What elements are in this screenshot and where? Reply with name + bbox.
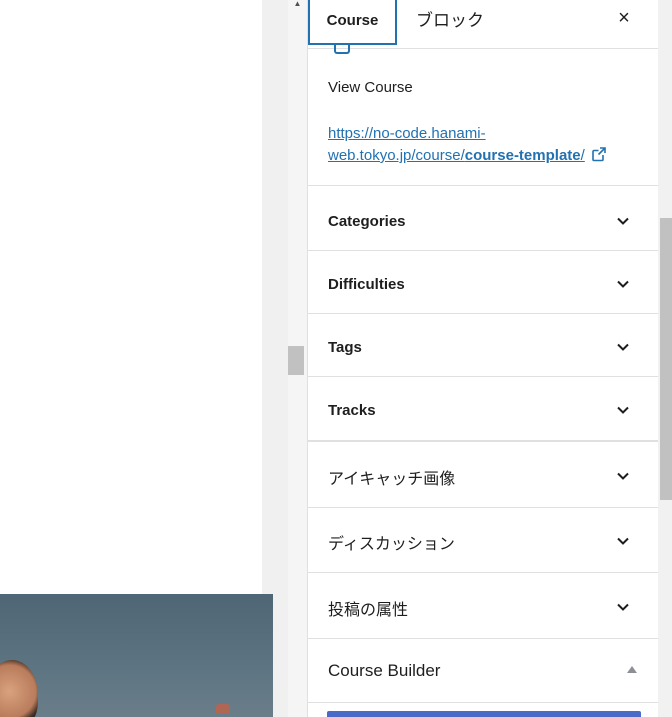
caret-up-icon	[627, 666, 637, 673]
scroll-up-arrow-icon[interactable]: ▲	[288, 0, 307, 8]
chevron-down-icon	[615, 533, 631, 549]
panel-title: Tracks	[328, 402, 376, 419]
course-builder-button[interactable]	[327, 711, 641, 717]
view-course-label: View Course	[328, 79, 413, 96]
panel-tags[interactable]: Tags	[308, 314, 659, 377]
chevron-down-icon	[615, 599, 631, 615]
panel-title: Course Builder	[328, 661, 441, 680]
permalink-link[interactable]: https://no-code.hanami-web.tokyo.jp/cour…	[328, 123, 628, 169]
course-summary-panel: View Course https://no-code.hanami-web.t…	[308, 49, 659, 186]
panel-title: Categories	[328, 213, 406, 230]
chevron-down-icon	[615, 402, 631, 418]
featured-image[interactable]	[0, 594, 273, 717]
tab-block[interactable]: ブロック	[416, 6, 484, 30]
panel-discussion[interactable]: ディスカッション	[308, 507, 659, 573]
panel-title: 投稿の属性	[328, 602, 409, 619]
chevron-down-icon	[615, 468, 631, 484]
panel-tracks[interactable]: Tracks	[308, 377, 659, 441]
panel-course-builder[interactable]: Course Builder	[308, 639, 659, 703]
permalink-prefix: https://no-code.hanami-web.tokyo.jp/cour…	[328, 125, 486, 164]
settings-sidebar: Course ブロック × View Course https://no-cod…	[307, 0, 659, 717]
chevron-down-icon	[615, 276, 631, 292]
panel-title: ディスカッション	[328, 536, 455, 553]
sidebar-tabs: Course ブロック ×	[308, 0, 659, 49]
external-link-icon	[591, 146, 607, 169]
photo-detail	[216, 704, 230, 714]
panel-title: Difficulties	[328, 276, 405, 293]
panel-categories[interactable]: Categories	[308, 188, 659, 251]
permalink-suffix: /	[580, 147, 585, 164]
panel-title: Tags	[328, 339, 362, 356]
permalink-slug: course-template	[464, 147, 581, 164]
sidebar-scrollbar-thumb[interactable]	[660, 218, 672, 500]
tab-course[interactable]: Course	[308, 0, 397, 45]
chevron-down-icon	[615, 213, 631, 229]
panel-difficulties[interactable]: Difficulties	[308, 251, 659, 314]
editor-scrollbar-thumb[interactable]	[288, 346, 304, 375]
panel-featured-image[interactable]: アイキャッチ画像	[308, 441, 659, 508]
person-photo	[0, 660, 38, 717]
panel-title: アイキャッチ画像	[328, 471, 456, 488]
close-icon[interactable]: ×	[612, 6, 636, 30]
panel-post-attributes[interactable]: 投稿の属性	[308, 573, 659, 639]
chevron-down-icon	[615, 339, 631, 355]
